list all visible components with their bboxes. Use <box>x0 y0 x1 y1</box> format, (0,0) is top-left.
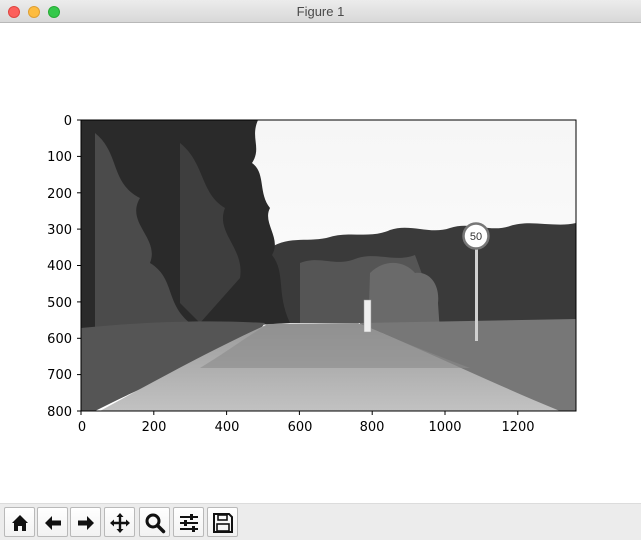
figure-canvas[interactable]: 50 0 100 200 300 400 500 600 700 800 0 2… <box>0 23 641 503</box>
configure-subplots-button[interactable] <box>173 507 204 537</box>
window-titlebar[interactable]: Figure 1 <box>0 0 641 23</box>
y-tick-label: 100 <box>47 150 72 165</box>
navigation-toolbar <box>0 503 641 540</box>
speed-sign-text: 50 <box>470 231 482 243</box>
y-tick-label: 700 <box>47 368 72 383</box>
y-tick-labels: 0 100 200 300 400 500 600 700 800 <box>47 114 72 420</box>
roadside-post <box>363 299 372 333</box>
y-tick-label: 0 <box>64 114 72 129</box>
plot-figure: 50 0 100 200 300 400 500 600 700 800 0 2… <box>47 114 577 435</box>
arrow-left-icon <box>45 516 61 530</box>
home-icon <box>12 515 28 531</box>
y-tick-label: 600 <box>47 332 72 347</box>
sign-pole <box>475 247 478 341</box>
home-button[interactable] <box>4 507 35 537</box>
y-axis <box>77 119 81 412</box>
y-tick-label: 200 <box>47 187 72 202</box>
x-tick-label: 1000 <box>428 420 461 435</box>
magnifier-icon <box>145 513 166 534</box>
pan-button[interactable] <box>104 507 135 537</box>
y-tick-label: 400 <box>47 259 72 274</box>
arrow-right-icon <box>78 516 94 530</box>
x-tick-label: 400 <box>215 420 240 435</box>
zoom-button[interactable] <box>139 507 170 537</box>
x-tick-label: 800 <box>360 420 385 435</box>
window-title: Figure 1 <box>296 4 345 19</box>
x-tick-label: 200 <box>142 420 167 435</box>
move-icon <box>110 513 130 533</box>
y-tick-label: 500 <box>47 296 72 311</box>
forward-button[interactable] <box>70 507 101 537</box>
x-tick-label: 600 <box>288 420 313 435</box>
x-tick-label: 1200 <box>501 420 534 435</box>
x-tick-labels: 0 200 400 600 800 1000 1200 <box>78 420 535 435</box>
x-axis <box>80 411 519 415</box>
floppy-disk-icon <box>213 513 233 533</box>
save-button[interactable] <box>207 507 238 537</box>
sliders-icon <box>180 514 198 532</box>
y-tick-label: 300 <box>47 223 72 238</box>
back-button[interactable] <box>37 507 68 537</box>
y-tick-label: 800 <box>47 405 72 420</box>
x-tick-label: 0 <box>78 420 86 435</box>
image-display: 50 <box>81 120 576 411</box>
